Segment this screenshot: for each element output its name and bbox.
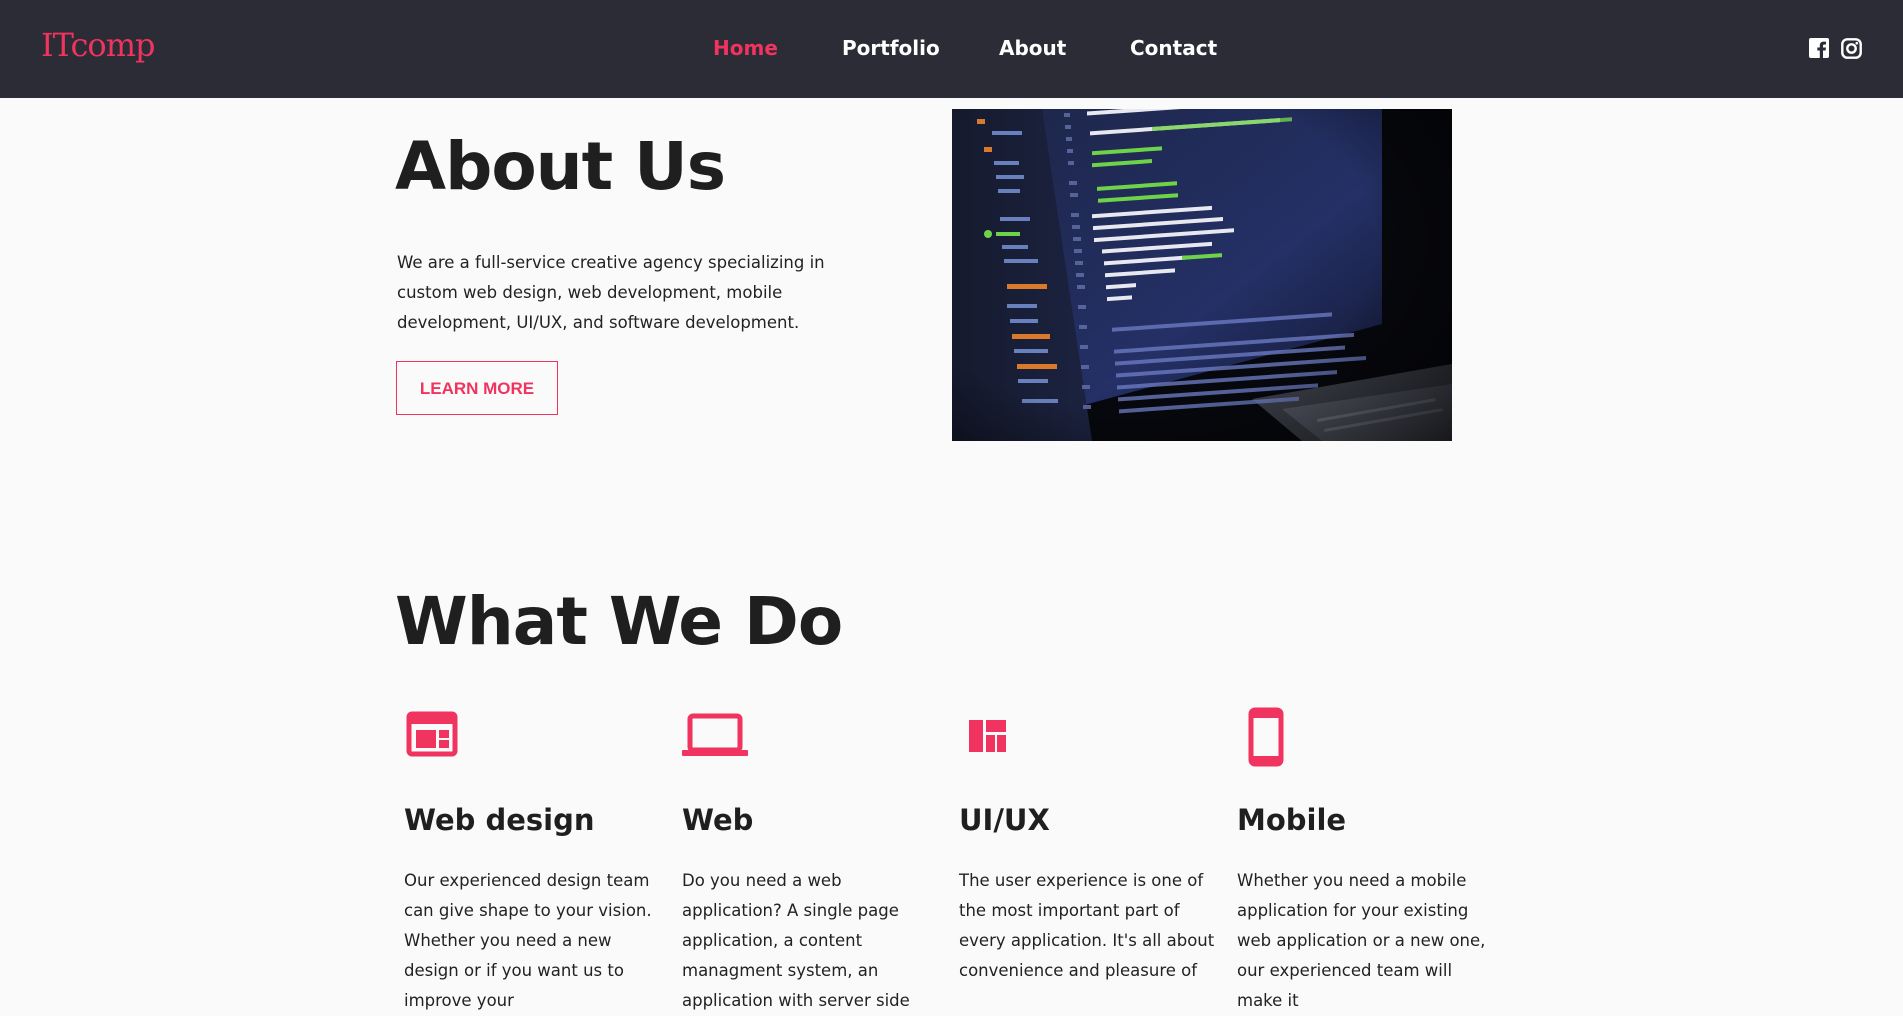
service-title: Web design bbox=[404, 803, 595, 837]
about-title: About Us bbox=[395, 128, 726, 205]
service-description: Whether you need a mobile application fo… bbox=[1237, 871, 1486, 1010]
smartphone-icon bbox=[1237, 706, 1293, 772]
instagram-icon[interactable] bbox=[1841, 38, 1862, 59]
web-design-icon bbox=[404, 706, 460, 766]
laptop-icon bbox=[682, 706, 748, 766]
service-title: Mobile bbox=[1237, 803, 1347, 837]
service-description: The user experience is one of the most i… bbox=[959, 871, 1215, 980]
nav-portfolio[interactable]: Portfolio bbox=[842, 36, 940, 60]
service-title: Web bbox=[682, 803, 754, 837]
about-description: We are a full-service creative agency sp… bbox=[397, 253, 825, 332]
what-we-do-title: What We Do bbox=[395, 583, 843, 660]
service-description: Our experienced design team can give sha… bbox=[404, 871, 652, 1010]
nav-about[interactable]: About bbox=[999, 36, 1066, 60]
main-nav: Home Portfolio About Contact bbox=[0, 36, 1903, 62]
nav-home[interactable]: Home bbox=[713, 36, 778, 60]
dashboard-icon bbox=[959, 706, 1015, 766]
facebook-icon[interactable] bbox=[1809, 38, 1829, 58]
service-title: UI/UX bbox=[959, 803, 1050, 837]
nav-contact[interactable]: Contact bbox=[1130, 36, 1217, 60]
laptop-code-image bbox=[952, 109, 1452, 441]
site-header: ITcomp Home Portfolio About Contact bbox=[0, 0, 1903, 98]
service-description: Do you need a web application? A single … bbox=[682, 871, 910, 1010]
learn-more-button[interactable]: LEARN MORE bbox=[396, 361, 558, 415]
